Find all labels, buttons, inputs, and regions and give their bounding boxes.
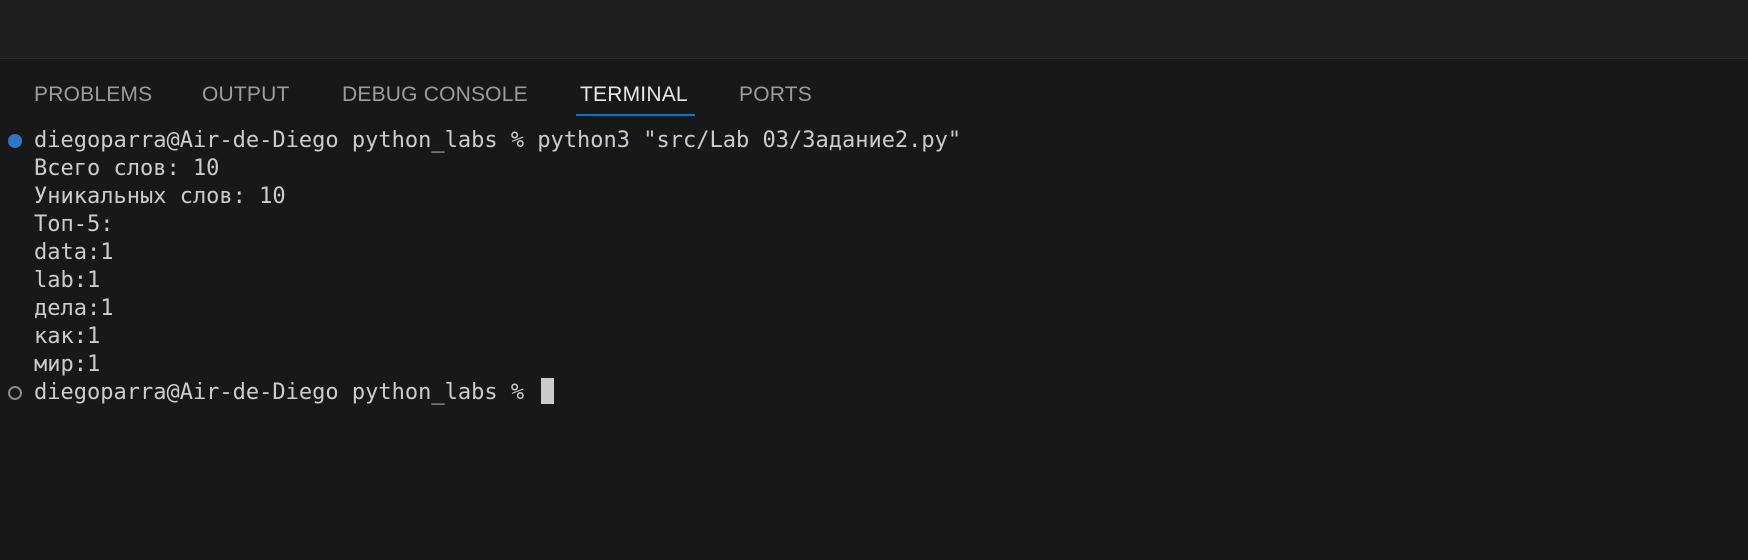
command-pending-decoration-icon[interactable] — [8, 386, 22, 400]
bottom-panel: PROBLEMS OUTPUT DEBUG CONSOLE TERMINAL P… — [0, 59, 1748, 560]
terminal-output-line: мир:1 — [34, 352, 101, 377]
terminal-output-line: Всего слов: 10 — [34, 156, 220, 181]
terminal-output-line: Топ-5: — [34, 212, 114, 237]
terminal-output-line: дела:1 — [34, 296, 114, 321]
panel-tabs: PROBLEMS OUTPUT DEBUG CONSOLE TERMINAL P… — [0, 59, 1748, 121]
terminal-prompt: diegoparra@Air-de-Diego python_labs % — [34, 380, 538, 405]
terminal-view[interactable]: diegoparra@Air-de-Diego python_labs % py… — [0, 127, 1748, 560]
tab-debug-console[interactable]: DEBUG CONSOLE — [342, 83, 528, 109]
tab-terminal[interactable]: TERMINAL — [580, 83, 688, 109]
tab-ports[interactable]: PORTS — [739, 83, 812, 109]
terminal-output-line: как:1 — [34, 324, 101, 349]
terminal-output-line: data:1 — [34, 240, 114, 265]
terminal-command-line: diegoparra@Air-de-Diego python_labs % py… — [34, 128, 962, 153]
tab-problems[interactable]: PROBLEMS — [34, 83, 152, 109]
tab-output[interactable]: OUTPUT — [202, 83, 290, 109]
editor-area-top — [0, 0, 1748, 59]
terminal-output-line: Уникальных слов: 10 — [34, 184, 286, 209]
terminal-output-line: lab:1 — [34, 268, 101, 293]
active-tab-indicator — [576, 114, 695, 116]
terminal-prompt-line[interactable]: diegoparra@Air-de-Diego python_labs % — [34, 378, 555, 407]
command-success-decoration-icon[interactable] — [8, 134, 22, 148]
terminal-cursor — [541, 378, 555, 404]
